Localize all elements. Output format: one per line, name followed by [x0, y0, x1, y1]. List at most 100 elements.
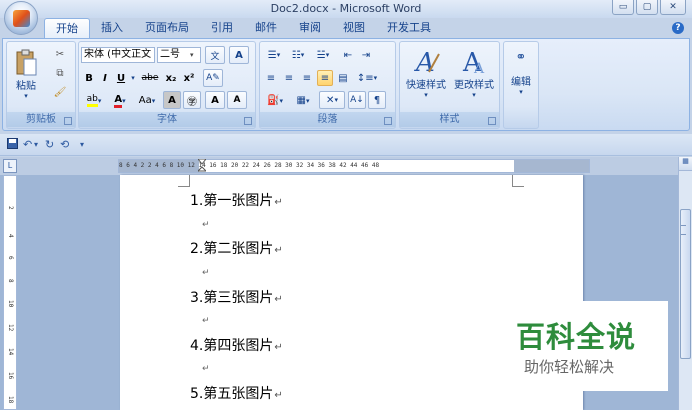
clear-formatting-button[interactable]: A✎: [203, 69, 223, 87]
grow-font-button[interactable]: A: [205, 91, 225, 109]
undo-dropdown-icon[interactable]: ▾: [34, 140, 38, 149]
justify-button[interactable]: ≡: [317, 70, 333, 86]
highlight-button[interactable]: ab ▾: [82, 92, 106, 109]
tab-home[interactable]: 开始: [44, 18, 90, 39]
minimize-button[interactable]: ▭: [612, 0, 634, 15]
paragraph[interactable]: 2.第二张图片↵: [190, 238, 283, 258]
paint-bucket-icon: ⛽: [267, 95, 280, 106]
line-spacing-button[interactable]: ↕≡ ▾: [355, 70, 379, 86]
change-styles-button[interactable]: A A 更改样式 ▾: [451, 45, 497, 107]
enclose-characters-button[interactable]: ㊫: [183, 91, 201, 109]
font-launcher-icon[interactable]: [244, 117, 252, 125]
paragraph-launcher-icon[interactable]: [384, 117, 392, 125]
indent-marker-icon[interactable]: [198, 159, 206, 173]
underline-button[interactable]: U: [114, 70, 128, 86]
line-spacing-icon: ↕≡: [356, 72, 374, 84]
enclose-characters-icon: ㊫: [187, 96, 197, 108]
superscript-button[interactable]: x²: [181, 70, 197, 86]
tab-selector-button[interactable]: L: [3, 159, 17, 173]
phonetic-guide-button[interactable]: 文: [205, 46, 225, 64]
paragraph[interactable]: 4.第四张图片↵: [190, 335, 283, 355]
quick-styles-icon: A: [414, 48, 440, 76]
character-shading-button[interactable]: A: [163, 91, 181, 109]
chinese-layout-icon: ✕: [326, 94, 335, 106]
clipboard-launcher-icon[interactable]: [64, 117, 72, 125]
borders-button[interactable]: ▦ ▾: [290, 92, 316, 109]
tab-mailings[interactable]: 邮件: [244, 18, 288, 38]
tab-review[interactable]: 审阅: [288, 18, 332, 38]
shrink-font-button[interactable]: A: [227, 91, 247, 109]
tab-developer[interactable]: 开发工具: [376, 18, 442, 38]
repeat-icon[interactable]: ⟲: [60, 138, 69, 151]
subscript-button[interactable]: x₂: [163, 70, 179, 86]
help-icon[interactable]: ?: [672, 22, 684, 34]
tab-references[interactable]: 引用: [200, 18, 244, 38]
decrease-indent-icon: ⇤: [343, 49, 353, 61]
bold-button[interactable]: B: [82, 70, 96, 86]
office-button[interactable]: [4, 1, 38, 35]
chinese-layout-button[interactable]: ✕ ▾: [319, 91, 345, 109]
strikethrough-button[interactable]: abe: [139, 70, 161, 86]
highlighter-icon: ab: [86, 94, 98, 107]
close-button[interactable]: ✕: [660, 0, 686, 15]
align-center-button[interactable]: ≡: [281, 70, 297, 86]
styles-launcher-icon[interactable]: [488, 117, 496, 125]
redo-icon[interactable]: ↻: [45, 138, 54, 151]
decrease-indent-button[interactable]: ⇤: [340, 47, 356, 63]
copy-icon: ⧉: [56, 68, 64, 79]
underline-dropdown-icon[interactable]: ▾: [129, 70, 137, 86]
bullets-button[interactable]: ☰ ▾: [263, 47, 285, 63]
empty-paragraph-mark: ↵: [202, 220, 210, 230]
align-left-button[interactable]: ≡: [263, 70, 279, 86]
paragraph[interactable]: 1.第一张图片↵: [190, 190, 283, 210]
distributed-button[interactable]: ▤: [335, 70, 351, 86]
watermark-subtitle: 助你轻松解决: [524, 358, 615, 376]
styles-group-label: 样式: [400, 112, 499, 127]
quick-styles-dropdown-icon: ▾: [424, 91, 428, 99]
scrollbar-grip-icon: [681, 225, 686, 235]
tab-view[interactable]: 视图: [332, 18, 376, 38]
numbering-button[interactable]: ☷ ▾: [287, 47, 309, 63]
align-right-icon: ≡: [302, 72, 312, 84]
paste-label: 粘贴: [16, 80, 36, 92]
ruler-toggle-button[interactable]: ▦: [679, 157, 692, 171]
clear-formatting-icon: A✎: [206, 73, 220, 83]
tab-page-layout[interactable]: 页面布局: [134, 18, 200, 38]
paragraph-text: 4.第四张图片: [190, 338, 274, 354]
paragraph[interactable]: 3.第三张图片↵: [190, 287, 283, 307]
paragraph-mark: ↵: [274, 390, 283, 401]
align-right-button[interactable]: ≡: [299, 70, 315, 86]
paragraph[interactable]: 5.第五张图片↵: [190, 383, 283, 403]
editing-button[interactable]: ⚭ 编辑 ▾: [506, 45, 536, 107]
copy-button[interactable]: ⧉: [51, 65, 69, 82]
crop-mark-left: [178, 175, 190, 187]
show-hide-marks-button[interactable]: ¶: [368, 91, 386, 109]
multilevel-list-button[interactable]: ☱ ▾: [311, 47, 335, 63]
maximize-button[interactable]: ▢: [636, 0, 658, 15]
font-color-icon: A: [114, 94, 123, 108]
character-border-icon: A: [235, 49, 243, 61]
format-painter-button[interactable]: 🖌: [51, 84, 69, 101]
font-color-button[interactable]: A ▾: [108, 92, 132, 109]
paste-button[interactable]: 粘贴 ▾: [11, 46, 41, 102]
customize-qat-icon[interactable]: ▾: [80, 140, 84, 149]
undo-icon[interactable]: ↶: [23, 138, 32, 151]
cut-button[interactable]: ✂: [51, 46, 69, 63]
vertical-ruler[interactable]: 2 4 6 8 10 12 14 16 18: [3, 175, 17, 410]
vertical-scrollbar[interactable]: ▦: [678, 157, 692, 410]
quick-styles-button[interactable]: A 快速样式 ▾: [402, 45, 450, 107]
change-case-button[interactable]: Aa ▾: [134, 92, 160, 109]
character-border-button[interactable]: A: [229, 46, 249, 64]
shading-button[interactable]: ⛽ ▾: [263, 92, 287, 109]
paragraph-mark-icon: ¶: [373, 94, 381, 106]
styles-group: A 快速样式 ▾ A A 更改样式 ▾ 样式: [399, 41, 500, 129]
sort-button[interactable]: A↓: [348, 91, 366, 109]
italic-button[interactable]: I: [98, 70, 112, 86]
font-size-combo[interactable]: 二号 ▾: [157, 47, 201, 63]
font-name-combo[interactable]: 宋体 (中文正文 ▾: [81, 47, 155, 63]
horizontal-ruler[interactable]: 8 6 4 2 2 4 6 8 10 12 14 16 18 20 22 24 …: [118, 159, 590, 173]
increase-indent-button[interactable]: ⇥: [358, 47, 374, 63]
tab-insert[interactable]: 插入: [90, 18, 134, 38]
paragraph-group: ☰ ▾ ☷ ▾ ☱ ▾ ⇤ ⇥ ≡ ≡ ≡ ≡ ▤ ↕≡ ▾ ⛽ ▾ ▦ ▾ ✕ ▾ A↓ ¶…: [259, 41, 396, 129]
save-icon[interactable]: [7, 138, 18, 152]
